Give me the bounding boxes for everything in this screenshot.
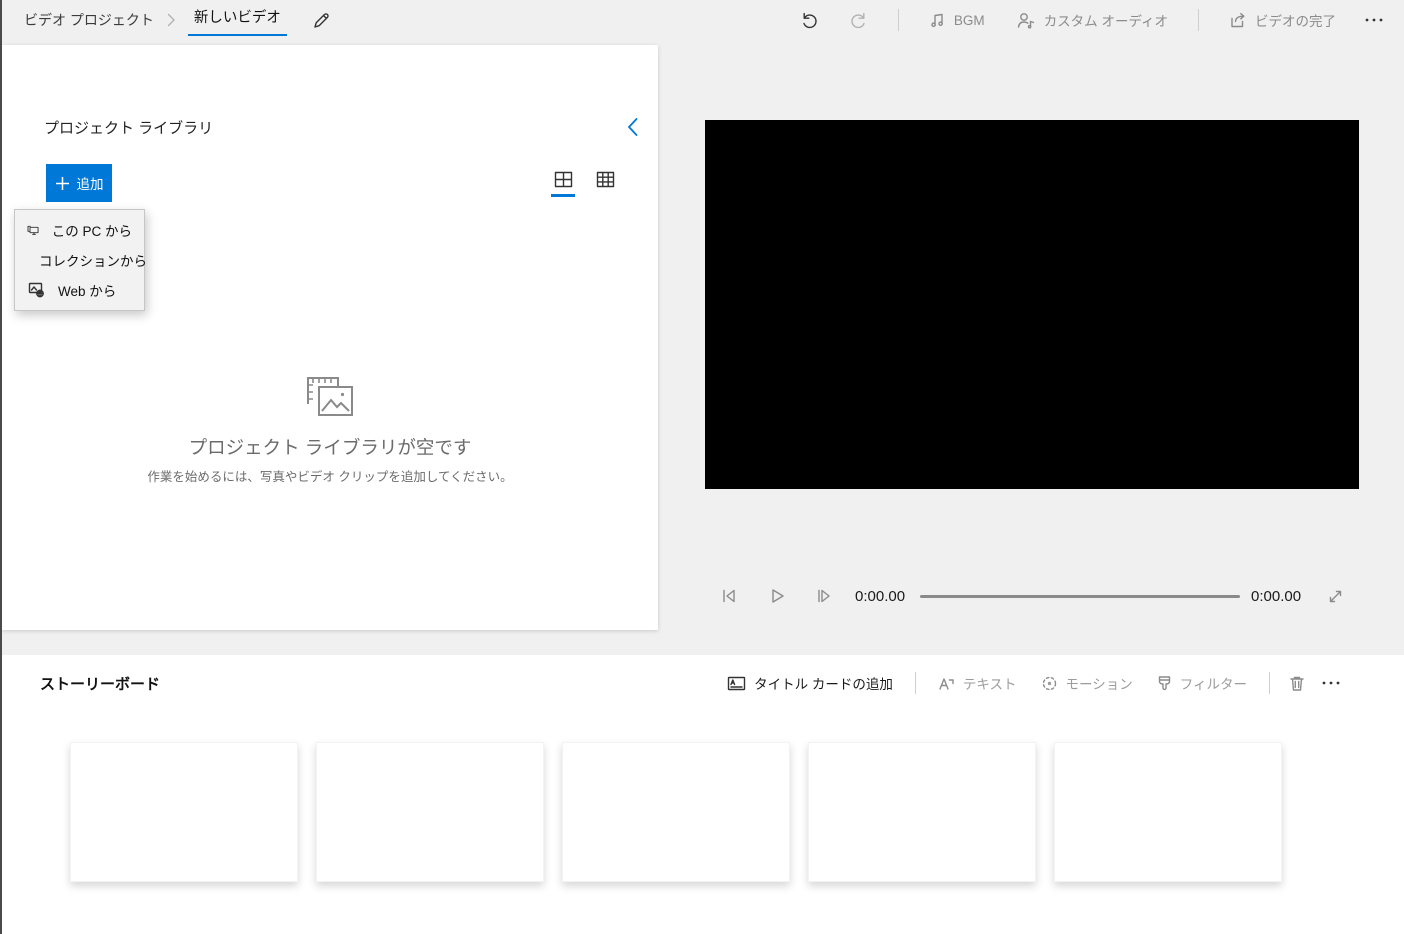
rename-pencil-icon[interactable] <box>313 12 330 29</box>
filter-button[interactable]: フィルター <box>1145 667 1259 699</box>
person-audio-icon <box>1017 12 1034 28</box>
add-title-card-label: タイトル カードの追加 <box>754 677 893 692</box>
menu-item-label: コレクションから <box>39 254 147 269</box>
motion-icon <box>1042 676 1056 690</box>
previous-frame-button[interactable] <box>718 585 740 607</box>
text-button[interactable]: テキスト <box>926 667 1029 699</box>
menu-item-from-collection[interactable]: コレクションから <box>15 245 147 275</box>
storyboard-title: ストーリーボード <box>40 676 161 693</box>
window-left-border <box>0 0 2 934</box>
chevron-right-icon <box>166 13 176 27</box>
storyboard-placeholder[interactable] <box>70 742 298 882</box>
motion-button[interactable]: モーション <box>1029 667 1145 699</box>
ellipsis-icon <box>1365 18 1383 22</box>
toolbar-separator <box>1198 9 1199 31</box>
add-dropdown-menu: この PC から コレクションから Web から <box>14 209 147 311</box>
storyboard-more-button[interactable] <box>1314 668 1348 698</box>
frame-forward-icon <box>818 589 830 603</box>
breadcrumb: ビデオ プロジェクト 新しいビデオ <box>24 0 330 40</box>
motion-label: モーション <box>1065 677 1133 692</box>
storyboard-placeholder[interactable] <box>1054 742 1282 882</box>
storyboard-placeholders <box>70 742 1282 882</box>
bgm-button[interactable]: BGM <box>917 6 997 35</box>
add-button[interactable]: 追加 <box>46 164 112 202</box>
menu-item-label: Web から <box>58 284 117 299</box>
elapsed-time: 0:00.00 <box>855 588 906 605</box>
project-library-panel: プロジェクト ライブラリ 追加 この PC から コレクションから Web から… <box>2 45 658 630</box>
custom-audio-button[interactable]: カスタム オーディオ <box>1005 4 1180 36</box>
plus-icon <box>55 176 69 190</box>
large-grid-view-button[interactable] <box>551 171 575 197</box>
expand-icon <box>1329 590 1341 602</box>
grid-2x2-icon <box>554 171 572 188</box>
menu-item-label: この PC から <box>51 224 132 239</box>
menu-item-from-this-pc[interactable]: この PC から <box>15 215 144 245</box>
storyboard-placeholder[interactable] <box>316 742 544 882</box>
play-icon <box>772 589 784 603</box>
custom-audio-label: カスタム オーディオ <box>1043 14 1168 29</box>
play-button[interactable] <box>766 585 788 607</box>
grid-4x4-icon <box>596 171 614 188</box>
delete-button[interactable] <box>1280 668 1314 698</box>
collapse-panel-button[interactable] <box>620 115 644 139</box>
next-frame-button[interactable] <box>813 585 835 607</box>
fullscreen-button[interactable] <box>1324 585 1346 607</box>
empty-library-icon <box>305 375 355 424</box>
storyboard-placeholder[interactable] <box>808 742 1036 882</box>
redo-button[interactable] <box>838 5 880 35</box>
library-empty-state: プロジェクト ライブラリが空です 作業を始めるには、写真やビデオ クリップを追加… <box>2 375 658 485</box>
finish-video-button[interactable]: ビデオの完了 <box>1217 4 1348 36</box>
music-note-icon <box>931 13 943 27</box>
web-globe-icon <box>28 282 44 298</box>
view-toggles <box>551 171 616 197</box>
text-icon <box>939 677 954 690</box>
filter-label: フィルター <box>1179 677 1247 692</box>
bgm-label: BGM <box>953 12 985 28</box>
library-title: プロジェクト ライブラリ <box>44 120 214 137</box>
trash-icon <box>1290 676 1304 691</box>
menu-item-from-web[interactable]: Web から <box>15 275 144 305</box>
finish-video-label: ビデオの完了 <box>1255 14 1336 29</box>
share-icon <box>1231 12 1245 27</box>
toolbar-separator <box>897 9 899 31</box>
filter-icon <box>1158 676 1170 691</box>
storyboard-toolbar: タイトル カードの追加 テキスト モーション フィルター <box>715 665 1348 701</box>
add-title-card-button[interactable]: タイトル カードの追加 <box>715 667 905 699</box>
empty-state-subtitle: 作業を始めるには、写真やビデオ クリップを追加してください。 <box>147 470 513 484</box>
seek-bar[interactable] <box>920 595 1240 598</box>
project-title[interactable]: 新しいビデオ <box>187 4 287 36</box>
more-options-button[interactable] <box>1356 11 1392 29</box>
add-button-label: 追加 <box>76 177 104 192</box>
chevron-left-icon <box>627 118 637 136</box>
undo-button[interactable] <box>788 5 830 35</box>
titlebar-actions: BGM カスタム オーディオ ビデオの完了 <box>788 0 1392 40</box>
preview-player: 0:00.00 0:00.00 <box>658 40 1404 630</box>
total-time: 0:00.00 <box>1251 588 1302 605</box>
pc-icon <box>27 225 39 235</box>
title-card-icon <box>727 676 746 690</box>
toolbar-separator <box>914 672 916 694</box>
title-bar: ビデオ プロジェクト 新しいビデオ BGM カスタム オーディオ ビデオの完了 <box>2 0 1404 40</box>
empty-state-title: プロジェクト ライブラリが空です <box>188 437 472 458</box>
video-editor-window: ビデオ プロジェクト 新しいビデオ BGM カスタム オーディオ ビデオの完了 … <box>0 0 1404 934</box>
breadcrumb-video-projects[interactable]: ビデオ プロジェクト <box>24 10 154 30</box>
storyboard-section: ストーリーボード タイトル カードの追加 テキスト モーション フィルター <box>0 655 1404 934</box>
video-preview[interactable] <box>705 120 1359 489</box>
small-grid-view-button[interactable] <box>594 171 616 197</box>
storyboard-placeholder[interactable] <box>562 742 790 882</box>
text-label: テキスト <box>962 677 1017 692</box>
frame-back-icon <box>723 589 735 603</box>
ellipsis-icon <box>1322 681 1340 685</box>
toolbar-separator <box>1269 672 1270 694</box>
